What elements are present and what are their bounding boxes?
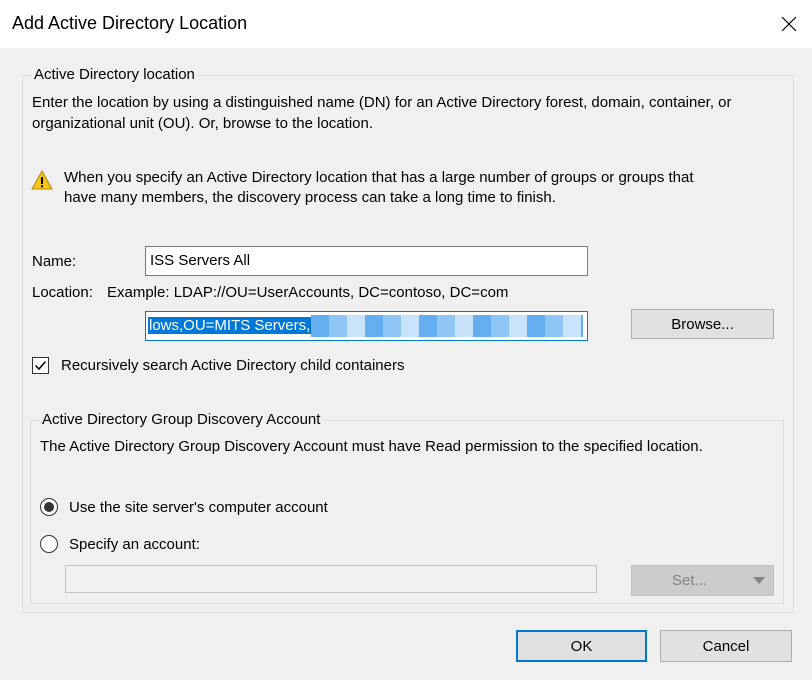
recursive-search-label[interactable]: Recursively search Active Directory chil… [61, 355, 404, 376]
cancel-button[interactable]: Cancel [660, 630, 792, 662]
warning-icon [31, 170, 53, 190]
warning-text-line1: When you specify an Active Directory loc… [64, 169, 694, 186]
recursive-search-checkbox[interactable] [32, 357, 49, 374]
set-button[interactable]: Set... [631, 565, 774, 596]
discovery-account-group-title: Active Directory Group Discovery Account [39, 411, 324, 429]
warning-text-line2: have many members, the discovery process… [64, 189, 556, 206]
location-label: Location: [32, 284, 93, 301]
location-redacted-text [311, 315, 584, 337]
ad-location-group-title: Active Directory location [31, 66, 198, 84]
name-label: Name: [32, 253, 77, 270]
discovery-account-description: The Active Directory Group Discovery Acc… [40, 438, 703, 455]
specify-account-radio[interactable] [40, 535, 58, 553]
ad-location-description-line1: Enter the location by using a distinguis… [32, 94, 732, 111]
browse-button[interactable]: Browse... [631, 309, 774, 339]
ok-button[interactable]: OK [516, 630, 647, 662]
title-bar: Add Active Directory Location [0, 0, 812, 48]
location-example: Example: LDAP://OU=UserAccounts, DC=cont… [107, 284, 509, 301]
computer-account-radio[interactable] [40, 498, 58, 516]
ad-location-description-line2: organizational unit (OU). Or, browse to … [32, 115, 374, 132]
checkmark-icon [34, 361, 47, 371]
location-input[interactable]: lows,OU=MITS Servers, [145, 311, 588, 341]
name-input[interactable]: ISS Servers All [145, 246, 588, 276]
account-input[interactable] [65, 565, 597, 593]
set-button-label: Set... [672, 572, 708, 589]
close-icon [781, 16, 797, 32]
name-input-value: ISS Servers All [150, 252, 251, 269]
close-button[interactable] [766, 0, 812, 48]
chevron-down-icon [753, 577, 765, 584]
window-title: Add Active Directory Location [12, 13, 248, 33]
specify-account-label[interactable]: Specify an account: [69, 534, 200, 555]
location-input-value: lows,OU=MITS Servers, [148, 317, 312, 334]
computer-account-label[interactable]: Use the site server's computer account [69, 497, 328, 518]
